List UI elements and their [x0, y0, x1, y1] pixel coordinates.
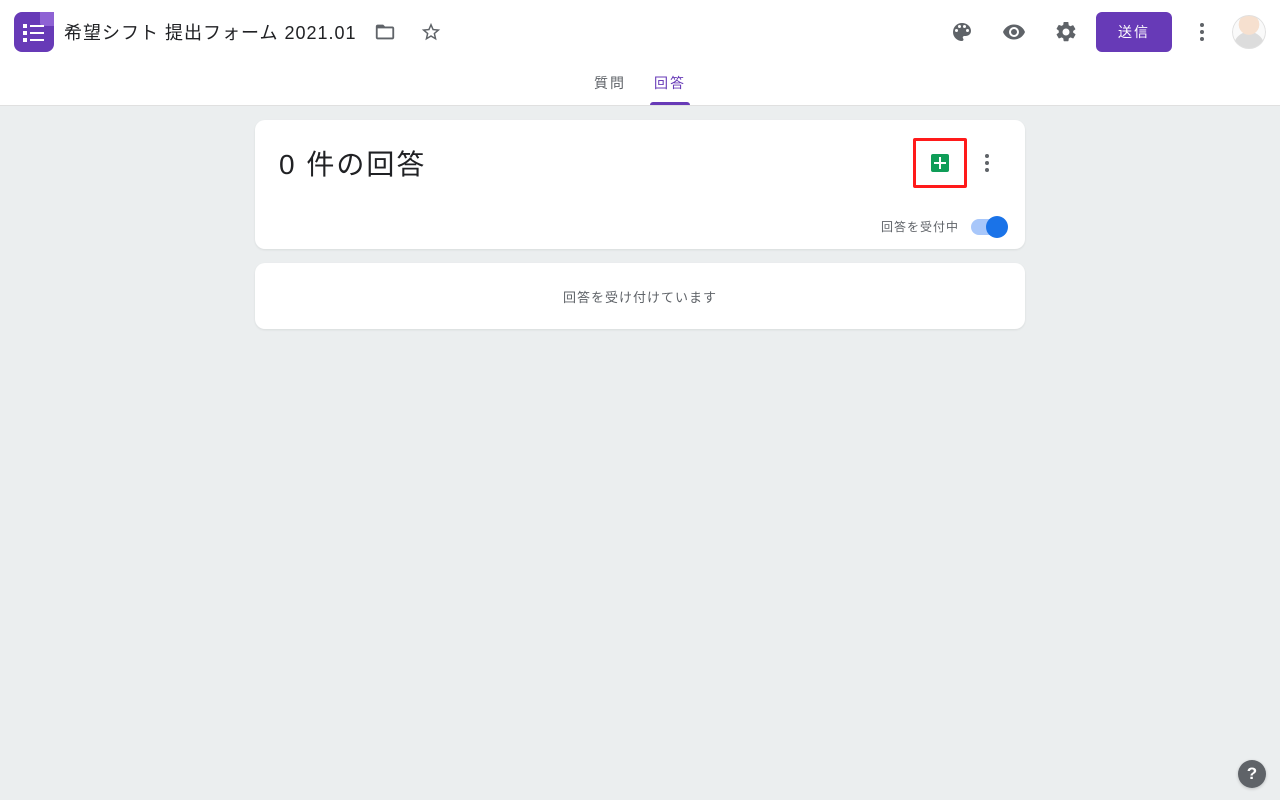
tab-questions[interactable]: 質問 [594, 73, 626, 105]
accepting-responses-label: 回答を受付中 [881, 218, 959, 235]
help-icon: ? [1247, 764, 1257, 784]
sheets-icon [928, 151, 952, 175]
send-button[interactable]: 送信 [1096, 12, 1172, 52]
help-button[interactable]: ? [1238, 760, 1266, 788]
responses-status-card: 回答を受け付けています [255, 263, 1025, 329]
responses-overflow-button[interactable] [967, 143, 1007, 183]
header-overflow-button[interactable] [1180, 10, 1224, 54]
responses-header-row: 0 件の回答 [279, 138, 1007, 188]
responses-accepting-row: 回答を受付中 [279, 218, 1007, 235]
star-icon [420, 21, 442, 43]
header-top-row: 希望シフト 提出フォーム 2021.01 [0, 0, 1280, 63]
create-spreadsheet-button[interactable] [920, 143, 960, 183]
account-avatar[interactable] [1232, 15, 1266, 49]
tab-responses[interactable]: 回答 [654, 73, 686, 105]
preview-button[interactable] [992, 10, 1036, 54]
form-title[interactable]: 希望シフト 提出フォーム 2021.01 [64, 19, 357, 45]
palette-icon [950, 20, 974, 44]
eye-icon [1002, 20, 1026, 44]
header-bar: 希望シフト 提出フォーム 2021.01 [0, 0, 1280, 106]
folder-icon [374, 21, 396, 43]
forms-app-logo[interactable] [14, 12, 54, 52]
tabs-row: 質問 回答 [0, 63, 1280, 105]
move-to-folder-button[interactable] [367, 14, 403, 50]
responses-summary-card: 0 件の回答 回答を受付中 [255, 120, 1025, 249]
more-vertical-icon [1190, 20, 1214, 44]
header-right-toolbar: 送信 [940, 10, 1266, 54]
main-content: 0 件の回答 回答を受付中 [0, 106, 1280, 343]
forms-list-icon [23, 24, 45, 42]
responses-count: 0 件の回答 [279, 143, 426, 183]
more-vertical-icon [975, 151, 999, 175]
sheets-button-highlight [913, 138, 967, 188]
accepting-responses-toggle[interactable] [971, 219, 1007, 235]
responses-status-message: 回答を受け付けています [563, 287, 717, 306]
customize-theme-button[interactable] [940, 10, 984, 54]
gear-icon [1054, 20, 1078, 44]
settings-button[interactable] [1044, 10, 1088, 54]
star-button[interactable] [413, 14, 449, 50]
